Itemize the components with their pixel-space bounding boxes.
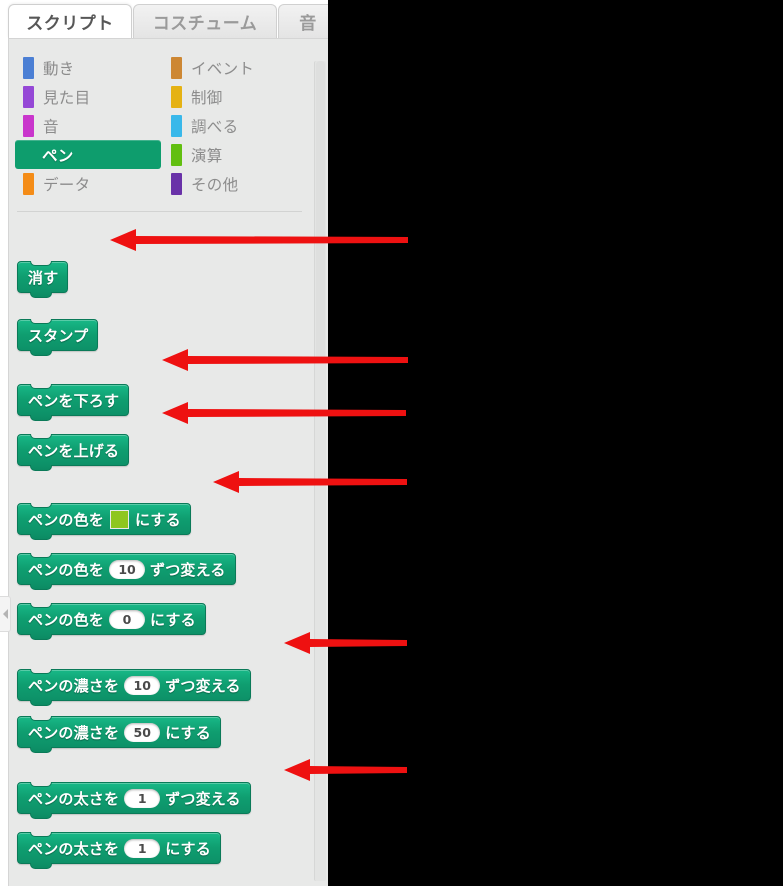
palette-block-wrap: スタンプ xyxy=(17,319,99,356)
block-number-input[interactable]: 50 xyxy=(124,722,161,742)
block-label: にする xyxy=(165,839,211,858)
tab-sounds-label: 音 xyxy=(299,14,317,34)
category-item-looks[interactable]: 見た目 xyxy=(15,82,161,111)
category-label: 演算 xyxy=(191,146,223,165)
block-number-input[interactable]: 10 xyxy=(124,675,161,695)
category-label: データ xyxy=(43,175,91,194)
category-label: 調べる xyxy=(191,117,239,136)
palette-scrollbar-track[interactable] xyxy=(314,61,326,881)
block-number-input[interactable]: 1 xyxy=(124,788,161,808)
chevron-left-icon xyxy=(2,609,8,619)
block-label: 消す xyxy=(28,268,59,287)
block-number-input[interactable]: 10 xyxy=(109,559,146,579)
palette-block-wrap: ペンの濃さを 50 にする xyxy=(17,716,221,753)
block-clear[interactable]: 消す xyxy=(17,261,69,298)
category-color-swatch xyxy=(171,172,182,195)
category-column-right: イベント制御調べる演算その他 xyxy=(163,53,309,198)
category-label: その他 xyxy=(191,175,239,194)
block-pen-up[interactable]: ペンを上げる xyxy=(17,434,130,471)
block-set-pen-color-to-swatch[interactable]: ペンの色を にする xyxy=(17,503,191,540)
category-item-more[interactable]: その他 xyxy=(163,169,309,198)
category-color-swatch xyxy=(171,143,182,166)
tab-scripts-label: スクリプト xyxy=(26,14,114,34)
category-item-sensing[interactable]: 調べる xyxy=(163,111,309,140)
block-label: ペンを上げる xyxy=(28,441,120,460)
block-color-picker[interactable] xyxy=(110,509,130,529)
category-label: ペン xyxy=(42,146,74,165)
category-item-events[interactable]: イベント xyxy=(163,53,309,82)
category-label: 制御 xyxy=(191,88,223,107)
block-label: ペンの濃さを xyxy=(28,676,120,695)
palette-block-wrap: ペンの色を 10 ずつ変える xyxy=(17,553,236,590)
block-change-pen-size-by[interactable]: ペンの太さを 1 ずつ変える xyxy=(17,782,251,819)
palette-block-wrap: ペンの太さを 1 にする xyxy=(17,832,221,869)
category-color-swatch xyxy=(23,56,34,79)
category-color-swatch xyxy=(171,114,182,137)
block-label: ずつ変える xyxy=(150,560,226,579)
tab-sounds[interactable]: 音 xyxy=(278,4,328,38)
category-item-pen[interactable]: ペン xyxy=(15,140,161,169)
palette-block-wrap: ペンの色を 0 にする xyxy=(17,603,206,640)
block-label: ずつ変える xyxy=(165,789,241,808)
category-color-swatch xyxy=(23,114,34,137)
block-palette: 動き 見た目音ペン データ イベント 制御 調べる 演算 その他 消す スタンプ ペンを下ろすペ… xyxy=(8,38,328,886)
palette-block-wrap: ペンの太さを 1 ずつ変える xyxy=(17,782,251,819)
block-stamp[interactable]: スタンプ xyxy=(17,319,99,356)
palette-block-wrap: ペンを上げる xyxy=(17,434,130,471)
block-number-input[interactable]: 0 xyxy=(109,609,146,629)
category-item-control[interactable]: 制御 xyxy=(163,82,309,111)
block-set-pen-size-to[interactable]: ペンの太さを 1 にする xyxy=(17,832,221,869)
block-set-pen-color-to-number[interactable]: ペンの色を 0 にする xyxy=(17,603,206,640)
tab-costumes[interactable]: コスチューム xyxy=(133,4,277,38)
block-change-pen-color-by[interactable]: ペンの色を 10 ずつ変える xyxy=(17,553,236,590)
category-selector: 動き見た目音ペンデータ イベント制御調べる演算その他 xyxy=(15,53,305,203)
block-label: スタンプ xyxy=(28,326,89,345)
block-label: にする xyxy=(150,610,196,629)
tab-scripts[interactable]: スクリプト xyxy=(8,4,132,38)
category-item-operators[interactable]: 演算 xyxy=(163,140,309,169)
category-label: 音 xyxy=(43,117,59,136)
category-label: 見た目 xyxy=(43,88,91,107)
palette-block-wrap: 消す xyxy=(17,261,69,298)
block-number-input[interactable]: 1 xyxy=(124,838,161,858)
palette-scrollbar-thumb[interactable] xyxy=(316,61,325,361)
category-item-motion[interactable]: 動き xyxy=(15,53,161,82)
block-set-pen-shade-to[interactable]: ペンの濃さを 50 にする xyxy=(17,716,221,753)
category-label: 動き xyxy=(43,59,75,78)
palette-block-wrap: ペンを下ろす xyxy=(17,384,130,421)
block-pen-down[interactable]: ペンを下ろす xyxy=(17,384,130,421)
block-label: ペンの濃さを xyxy=(28,723,120,742)
block-label: ペンの太さを xyxy=(28,839,120,858)
category-color-swatch xyxy=(23,172,34,195)
category-color-swatch xyxy=(171,56,182,79)
script-editor-panel: スクリプト コスチューム 音 動き 見た目音ペン データ イベント 制御 調べる 演算 その… xyxy=(0,0,328,886)
category-label: イベント xyxy=(191,59,255,78)
palette-collapse-handle[interactable] xyxy=(0,596,11,632)
block-label: ペンの色を xyxy=(28,610,105,629)
editor-tab-bar: スクリプト コスチューム 音 xyxy=(0,0,328,38)
palette-block-wrap: ペンの濃さを 10 ずつ変える xyxy=(17,669,251,706)
category-color-swatch xyxy=(23,85,34,108)
block-label: ペンの太さを xyxy=(28,789,120,808)
category-item-data[interactable]: データ xyxy=(15,169,161,198)
block-label: ペンの色を xyxy=(28,560,105,579)
block-change-pen-shade-by[interactable]: ペンの濃さを 10 ずつ変える xyxy=(17,669,251,706)
category-divider xyxy=(17,211,302,212)
category-column-left: 動き見た目音ペンデータ xyxy=(15,53,161,198)
block-label: ペンの色を xyxy=(28,510,105,529)
block-label: ずつ変える xyxy=(165,676,241,695)
tab-costumes-label: コスチューム xyxy=(152,14,258,34)
block-label: にする xyxy=(135,510,181,529)
category-color-swatch xyxy=(171,85,182,108)
block-label: ペンを下ろす xyxy=(28,391,120,410)
palette-block-wrap: ペンの色を にする xyxy=(17,503,191,540)
category-item-sound[interactable]: 音 xyxy=(15,111,161,140)
block-label: にする xyxy=(165,723,211,742)
